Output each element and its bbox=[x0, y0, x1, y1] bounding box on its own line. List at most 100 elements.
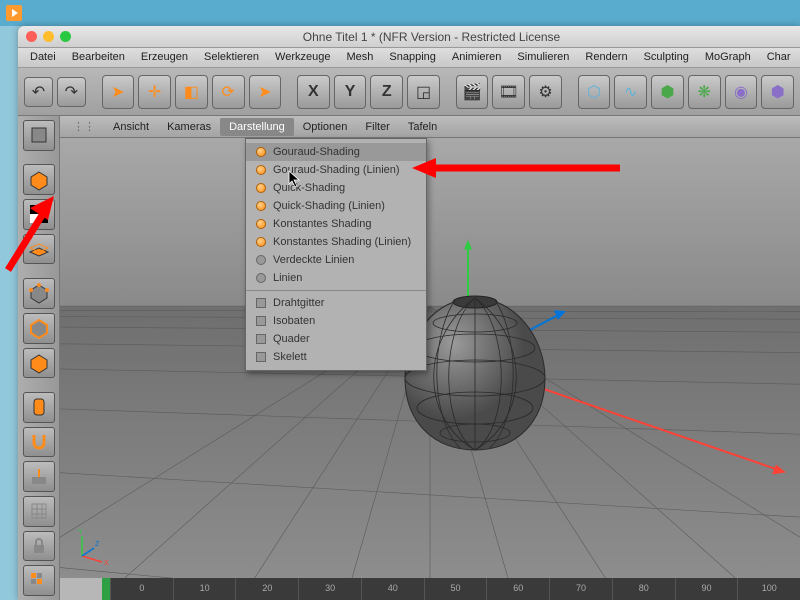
timeline-tick[interactable]: 90 bbox=[675, 578, 738, 600]
menu-mesh[interactable]: Mesh bbox=[338, 48, 381, 67]
svg-text:Z: Z bbox=[95, 541, 100, 548]
left-toolbar bbox=[18, 116, 60, 600]
minimize-button[interactable] bbox=[43, 31, 54, 42]
timeline-tick[interactable]: 50 bbox=[424, 578, 487, 600]
shading-option[interactable]: Konstantes Shading (Linien) bbox=[246, 233, 426, 251]
environment-button[interactable]: ◉ bbox=[725, 75, 758, 109]
viewport[interactable]: Y X Z bbox=[60, 138, 800, 578]
display-option[interactable]: Drahtgitter bbox=[246, 294, 426, 312]
bullet-icon bbox=[256, 237, 266, 247]
menu-item-label: Drahtgitter bbox=[273, 297, 324, 309]
view-menu-darstellung[interactable]: Darstellung bbox=[220, 118, 294, 136]
menu-item-label: Linien bbox=[273, 272, 302, 284]
view-menu-kameras[interactable]: Kameras bbox=[158, 118, 220, 136]
axis-y-button[interactable]: Y bbox=[334, 75, 367, 109]
bullet-icon bbox=[256, 219, 266, 229]
bullet-icon bbox=[256, 334, 266, 344]
shading-option[interactable]: Quick-Shading (Linien) bbox=[246, 197, 426, 215]
scale-tool[interactable]: ◧ bbox=[175, 75, 208, 109]
timeline-tick[interactable]: 80 bbox=[612, 578, 675, 600]
timeline-tick[interactable]: 0 bbox=[110, 578, 173, 600]
shading-option[interactable]: Verdeckte Linien bbox=[246, 251, 426, 269]
render-view-button[interactable]: 🎬 bbox=[456, 75, 489, 109]
timeline-tick[interactable]: 30 bbox=[298, 578, 361, 600]
display-option[interactable]: Skelett bbox=[246, 348, 426, 366]
render-region-button[interactable]: 🎞 bbox=[492, 75, 525, 109]
viewport-menubar: ⋮⋮AnsichtKamerasDarstellungOptionenFilte… bbox=[60, 116, 800, 138]
undo-button[interactable]: ↶ bbox=[24, 77, 53, 107]
menu-sculpting[interactable]: Sculpting bbox=[636, 48, 697, 67]
menu-snapping[interactable]: Snapping bbox=[381, 48, 444, 67]
normals-button[interactable] bbox=[23, 461, 55, 492]
timeline-tick[interactable]: 100 bbox=[737, 578, 800, 600]
menu-item-label: Quick-Shading (Linien) bbox=[273, 200, 385, 212]
axis-gizmo: Y X Z bbox=[70, 526, 110, 568]
generator-button[interactable]: ⬢ bbox=[651, 75, 684, 109]
bullet-icon bbox=[256, 255, 266, 265]
snap-grid-button[interactable] bbox=[23, 565, 55, 596]
view-menu-filter[interactable]: Filter bbox=[356, 118, 398, 136]
shading-option[interactable]: Quick-Shading bbox=[246, 179, 426, 197]
shading-option[interactable]: Gouraud-Shading (Linien) bbox=[246, 161, 426, 179]
shading-option[interactable]: Linien bbox=[246, 269, 426, 287]
menu-item-label: Gouraud-Shading (Linien) bbox=[273, 164, 400, 176]
render-settings-button[interactable]: ⚙ bbox=[529, 75, 562, 109]
make-editable-button[interactable] bbox=[23, 120, 55, 151]
polygons-mode-button[interactable] bbox=[23, 348, 55, 379]
redo-button[interactable]: ↷ bbox=[57, 77, 86, 107]
display-option[interactable]: Quader bbox=[246, 330, 426, 348]
svg-text:Y: Y bbox=[78, 529, 83, 536]
menu-item-label: Isobaten bbox=[273, 315, 315, 327]
axis-z-button[interactable]: Z bbox=[370, 75, 403, 109]
camera-button[interactable]: ⬢ bbox=[761, 75, 794, 109]
shading-option[interactable]: Konstantes Shading bbox=[246, 215, 426, 233]
timeline-tick[interactable]: 70 bbox=[549, 578, 612, 600]
main-menubar: DateiBearbeitenErzeugenSelektierenWerkze… bbox=[18, 48, 800, 68]
spline-button[interactable]: ∿ bbox=[614, 75, 647, 109]
menu-bearbeiten[interactable]: Bearbeiten bbox=[64, 48, 133, 67]
menu-selektieren[interactable]: Selektieren bbox=[196, 48, 267, 67]
timeline-tick[interactable]: 40 bbox=[361, 578, 424, 600]
bullet-icon bbox=[256, 165, 266, 175]
grip-icon: ⋮⋮ bbox=[64, 117, 104, 136]
shading-option[interactable]: Gouraud-Shading bbox=[246, 143, 426, 161]
menu-simulieren[interactable]: Simulieren bbox=[509, 48, 577, 67]
primitive-cube-button[interactable]: ⬡ bbox=[578, 75, 611, 109]
edges-mode-button[interactable] bbox=[23, 313, 55, 344]
points-mode-button[interactable] bbox=[23, 278, 55, 309]
workplane-mode-button[interactable] bbox=[23, 234, 55, 265]
menu-datei[interactable]: Datei bbox=[22, 48, 64, 67]
timeline[interactable]: 0102030405060708090100 bbox=[102, 578, 800, 600]
coord-system-button[interactable]: ◲ bbox=[407, 75, 440, 109]
axis-x-button[interactable]: X bbox=[297, 75, 330, 109]
timeline-start-marker[interactable] bbox=[102, 578, 110, 600]
view-menu-optionen[interactable]: Optionen bbox=[294, 118, 357, 136]
menu-item-label: Gouraud-Shading bbox=[273, 146, 360, 158]
last-tool[interactable]: ➤ bbox=[249, 75, 282, 109]
menu-animieren[interactable]: Animieren bbox=[444, 48, 510, 67]
menu-rendern[interactable]: Rendern bbox=[577, 48, 635, 67]
menu-mograph[interactable]: MoGraph bbox=[697, 48, 759, 67]
deformer-button[interactable]: ❋ bbox=[688, 75, 721, 109]
bullet-icon bbox=[256, 183, 266, 193]
move-tool[interactable]: ✛ bbox=[138, 75, 171, 109]
lock-axis-button[interactable] bbox=[23, 531, 55, 562]
menu-char[interactable]: Char bbox=[759, 48, 799, 67]
texture-mode-button[interactable] bbox=[23, 199, 55, 230]
rotate-tool[interactable]: ⟳ bbox=[212, 75, 245, 109]
model-mode-button[interactable] bbox=[23, 164, 55, 195]
timeline-tick[interactable]: 60 bbox=[486, 578, 549, 600]
view-menu-tafeln[interactable]: Tafeln bbox=[399, 118, 446, 136]
timeline-tick[interactable]: 20 bbox=[235, 578, 298, 600]
menu-erzeugen[interactable]: Erzeugen bbox=[133, 48, 196, 67]
menu-werkzeuge[interactable]: Werkzeuge bbox=[267, 48, 338, 67]
close-button[interactable] bbox=[26, 31, 37, 42]
tweak-button[interactable] bbox=[23, 392, 55, 423]
zoom-button[interactable] bbox=[60, 31, 71, 42]
snap-settings-button[interactable] bbox=[23, 496, 55, 527]
view-menu-ansicht[interactable]: Ansicht bbox=[104, 118, 158, 136]
display-option[interactable]: Isobaten bbox=[246, 312, 426, 330]
select-tool[interactable]: ➤ bbox=[102, 75, 135, 109]
timeline-tick[interactable]: 10 bbox=[173, 578, 236, 600]
magnet-button[interactable] bbox=[23, 427, 55, 458]
